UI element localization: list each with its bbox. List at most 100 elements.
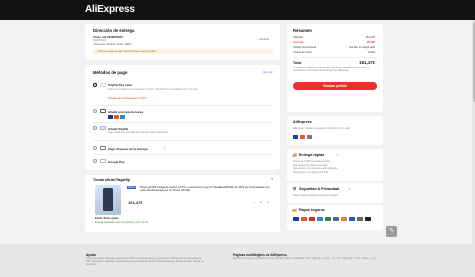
summary-row-label: Código promocional xyxy=(293,46,317,49)
radio-add-card[interactable] xyxy=(93,109,97,113)
google-pay-icon xyxy=(357,217,363,221)
product-price: 161,47€ xyxy=(128,200,143,205)
radio-google-pay[interactable] xyxy=(93,159,97,163)
apple-pay-icon xyxy=(365,217,371,221)
edit-icon[interactable]: ✎ xyxy=(271,177,274,181)
store-name[interactable]: Tienda oficial FlagsHip xyxy=(93,178,130,182)
payment-method-subtext: Paga 13,84 € en 3 cuotas sin intereses. … xyxy=(108,131,169,134)
summary-row-value: Gratis xyxy=(368,51,375,54)
warning-icon: ! xyxy=(94,49,95,54)
payment-method-label: Pago después de la entrega xyxy=(108,146,148,151)
chevron-right-icon[interactable]: › xyxy=(349,187,350,191)
scrollbar-thumb[interactable] xyxy=(472,22,475,102)
store-card: Tienda oficial FlagsHip ✎ Choice Phone p… xyxy=(85,175,280,232)
shipping-title: Dirección de entrega xyxy=(93,28,135,33)
payment-methods-card: Métodos de pago Ver más PayPal Pay Later… xyxy=(85,65,280,170)
promo-code-input[interactable]: Escribe el código aquí xyxy=(349,46,375,49)
footer-languages-text[interactable]: Español, Portugués, Español, Francés, Al… xyxy=(233,257,383,261)
delivery-label: Envío: Envío gratis xyxy=(95,217,119,220)
total-label: Total xyxy=(293,61,302,65)
radio-paypal-pay-later[interactable] xyxy=(93,83,97,87)
address-warning-banner: ! Verifica si existe la mejor dirección … xyxy=(93,49,273,54)
google-pay-icon xyxy=(100,159,106,163)
top-bar: AliExpress xyxy=(0,0,475,20)
footer-help-text[interactable]: Centro de ayuda, Disputas y denuncias, P… xyxy=(86,257,206,267)
divider xyxy=(293,57,377,58)
product-title[interactable]: Phone portátil inteligente rastreo 14 PC… xyxy=(140,186,273,193)
amex-icon xyxy=(120,115,125,119)
privacy-text: Pagos seguros: Datos personales seguros xyxy=(293,194,339,197)
paypal-icon xyxy=(100,83,106,87)
payment-method-label: Añadir una tarjeta nueva xyxy=(108,109,144,114)
product-image[interactable] xyxy=(95,185,121,215)
address-warning-text: Verifica si existe la mejor dirección pa… xyxy=(97,50,156,53)
qty-decrease-button[interactable]: – xyxy=(253,200,255,204)
choice-badge: Choice xyxy=(127,186,137,189)
paypal-icon xyxy=(349,217,355,221)
lock-icon xyxy=(307,135,312,139)
ali-card-title: AliExpress xyxy=(293,120,312,124)
delivery-card-title[interactable]: Entrega rápida xyxy=(299,153,324,157)
shipping-address-line2: Chapinería, Madrid, Spain, 28801 xyxy=(93,42,132,46)
amex-icon xyxy=(317,217,323,221)
terms-text: Al realizar el pedido, confirmas que has… xyxy=(293,67,370,72)
aliexpress-security-card: AliExpress AliExpress mantiene seguras t… xyxy=(287,116,383,145)
privacy-title[interactable]: Seguridad & Privacidad xyxy=(299,187,339,191)
divider xyxy=(93,105,273,106)
divider xyxy=(93,154,273,155)
delivery-date: Entrega estimada entre el 12 de feb y el… xyxy=(95,221,149,224)
aliexpress-logo[interactable]: AliExpress xyxy=(85,4,135,15)
chevron-right-icon[interactable]: › xyxy=(337,153,338,157)
maestro-icon xyxy=(309,217,315,221)
mastercard-icon xyxy=(300,135,305,139)
summary-row-label: Subtotal xyxy=(293,36,303,39)
credit-card-icon xyxy=(100,109,106,113)
ali-card-text: AliExpress mantiene seguras tu informaci… xyxy=(293,127,351,130)
secure-payments-title: Pagos seguros xyxy=(299,208,325,212)
truck-icon: 🚚 xyxy=(292,152,297,157)
divider xyxy=(93,122,273,123)
payment-method-label: Añadir PayPal xyxy=(108,126,129,131)
diners-icon xyxy=(333,217,339,221)
pay-later-icon xyxy=(100,146,106,150)
secure-payments-card: 💳 Pagos seguros xyxy=(287,205,383,230)
credit-card-icon: 💳 xyxy=(292,207,297,213)
paypal-icon xyxy=(100,126,106,130)
order-summary-card: Resumen Subtotal 161,47€ Ahorrado -20,00… xyxy=(287,24,383,112)
delivery-line: Reembolso si no llega en 60 días xyxy=(293,170,329,174)
radio-pay-after-delivery[interactable] xyxy=(93,146,97,150)
summary-row-label: Ahorrado xyxy=(293,41,304,44)
shield-icon: 🛡 xyxy=(292,186,298,191)
summary-title: Resumen xyxy=(293,28,312,33)
phone-shape xyxy=(103,188,113,211)
radio-add-paypal[interactable] xyxy=(93,126,97,130)
total-value: 161,47€ xyxy=(359,60,375,65)
payment-promo: Cupones de un descuento de 3,00 € xyxy=(108,97,147,100)
payment-method-label: Google Pay xyxy=(108,159,125,164)
view-more-payment-link[interactable]: Ver más xyxy=(263,71,273,74)
jcb-icon xyxy=(325,217,331,221)
payment-method-subtext: Paga en 3 cuotas sin intereses de 47,81 … xyxy=(108,88,198,91)
place-order-button[interactable]: Realizar pedido xyxy=(293,82,377,90)
summary-row-label: Costes de envío xyxy=(293,51,312,54)
qty-increase-button[interactable]: + xyxy=(267,200,269,204)
payment-method-label: PayPal Pay Later xyxy=(108,83,133,87)
visa-icon xyxy=(293,135,298,139)
privacy-card: 🛡 Seguridad & Privacidad › Pagos seguros… xyxy=(287,183,383,203)
floating-edit-button[interactable]: ✎ xyxy=(386,226,397,237)
info-icon[interactable]: ⓘ xyxy=(163,146,166,150)
visa-icon xyxy=(293,217,299,221)
mastercard-icon xyxy=(301,217,307,221)
payment-title: Métodos de pago xyxy=(93,70,128,75)
qty-value[interactable]: 1 xyxy=(260,200,262,204)
summary-row-value: 161,47€ xyxy=(365,36,375,39)
shipping-address-card: Dirección de entrega Chelo +34 290287964… xyxy=(85,24,280,60)
summary-row-value: -20,00€ xyxy=(366,41,375,44)
fast-delivery-card: 🚚 Entrega rápida › Cupón de 4,00€ por en… xyxy=(287,149,383,181)
divider xyxy=(93,140,273,141)
footer: Ayuda Centro de ayuda, Disputas y denunc… xyxy=(0,244,475,277)
change-address-link[interactable]: Cambiar xyxy=(259,38,269,41)
visa-icon xyxy=(108,115,113,119)
mastercard-icon xyxy=(114,115,119,119)
discover-icon xyxy=(341,217,347,221)
